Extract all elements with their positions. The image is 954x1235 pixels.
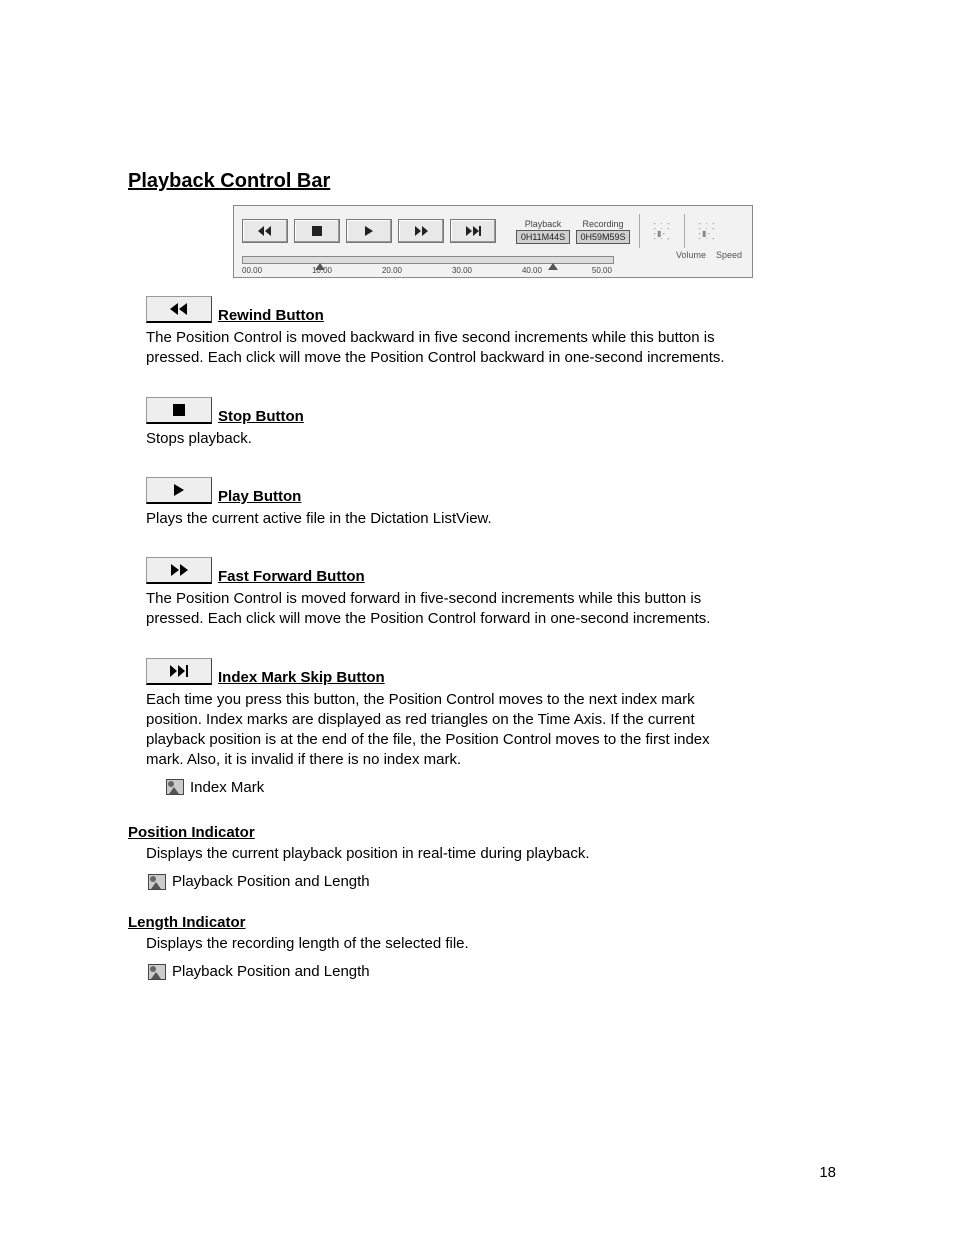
toolbar-rewind-button[interactable]	[242, 219, 288, 243]
length-indicator-heading: Length Indicator	[128, 914, 728, 931]
stop-heading: Stop Button	[218, 408, 304, 426]
length-sub-label: Playback Position and Length	[172, 962, 370, 982]
image-placeholder-icon	[166, 779, 184, 795]
playback-label: Playback	[525, 219, 562, 229]
skip-body: Each time you press this button, the Pos…	[146, 690, 726, 771]
stop-icon	[146, 397, 212, 424]
position-indicator-heading: Position Indicator	[128, 824, 728, 841]
position-slider[interactable]	[242, 256, 614, 264]
recording-indicator: Recording 0H59M59S	[576, 219, 630, 244]
rewind-body: The Position Control is moved backward i…	[146, 328, 726, 369]
play-icon	[146, 477, 212, 504]
speed-slider[interactable]: - · -- · --▮-- · -	[694, 212, 720, 250]
page-title: Playback Control Bar	[128, 170, 834, 193]
playback-value: 0H11M44S	[516, 230, 570, 244]
ff-body: The Position Control is moved forward in…	[146, 589, 726, 630]
play-body: Plays the current active file in the Dic…	[146, 509, 726, 529]
index-mark-label: Index Mark	[190, 779, 264, 796]
speed-label: Speed	[714, 250, 744, 260]
image-placeholder-icon	[148, 874, 166, 890]
stop-body: Stops playback.	[146, 429, 726, 449]
skip-icon	[146, 658, 212, 685]
skip-heading: Index Mark Skip Button	[218, 669, 385, 687]
rewind-heading: Rewind Button	[218, 307, 324, 325]
toolbar-play-button[interactable]	[346, 219, 392, 243]
volume-label: Volume	[676, 250, 706, 260]
toolbar-stop-button[interactable]	[294, 219, 340, 243]
length-indicator-body: Displays the recording length of the sel…	[146, 934, 728, 954]
page-number: 18	[819, 1164, 836, 1181]
image-placeholder-icon	[148, 964, 166, 980]
play-heading: Play Button	[218, 488, 301, 506]
ff-heading: Fast Forward Button	[218, 568, 365, 586]
fast-forward-icon	[146, 557, 212, 584]
toolbar-skip-button[interactable]	[450, 219, 496, 243]
volume-slider[interactable]: - · -- · --▮-- · -	[649, 212, 675, 250]
playback-toolbar-figure: Playback 0H11M44S Recording 0H59M59S - ·…	[233, 205, 753, 278]
position-sub-label: Playback Position and Length	[172, 872, 370, 892]
rewind-icon	[146, 296, 212, 323]
position-indicator-body: Displays the current playback position i…	[146, 844, 728, 864]
playback-indicator: Playback 0H11M44S	[516, 219, 570, 244]
recording-value: 0H59M59S	[576, 230, 630, 244]
toolbar-ff-button[interactable]	[398, 219, 444, 243]
recording-label: Recording	[582, 219, 623, 229]
